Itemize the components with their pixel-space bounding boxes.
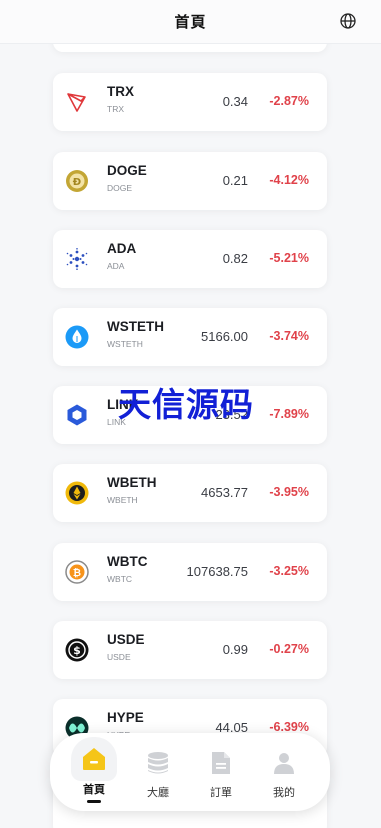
coin-name: WBETH [107,495,138,505]
coin-symbol: WBTC [107,554,148,569]
coin-card-wbeth[interactable]: WBETH WBETH 4653.77 -3.95% [53,464,327,522]
chainlink-icon [65,403,89,427]
database-icon [140,745,176,781]
coin-symbol: TRX [107,84,134,99]
coin-change: -3.25% [269,564,309,578]
coin-price: 0.99 [222,642,248,657]
home-icon [71,737,117,781]
tab-home[interactable]: 首頁 [71,737,117,805]
usde-icon: $ [65,638,89,662]
svg-text:₿: ₿ [73,567,81,579]
tab-label: 大廳 [147,786,169,799]
coin-symbol: USDE [107,632,145,647]
coin-change: -3.74% [269,329,309,343]
wsteth-icon [65,325,89,349]
globe-icon[interactable] [339,12,357,30]
coin-change: -5.21% [269,251,309,265]
coin-price: 0.21 [222,173,248,188]
coin-name: WSTETH [107,339,143,349]
coin-symbol: WSTETH [107,319,164,334]
svg-text:Ð: Ð [73,177,81,188]
coin-change: -4.12% [269,173,309,187]
user-icon [266,745,302,781]
page-title: 首頁 [174,13,207,31]
coin-price: 4653.77 [201,485,248,500]
coin-symbol: ADA [107,241,137,256]
tab-label: 我的 [273,786,295,799]
coin-symbol: DOGE [107,163,147,178]
coin-change: -0.27% [269,642,309,656]
coin-change: -2.87% [269,94,309,108]
coin-card-usde[interactable]: $ USDE USDE 0.99 -0.27% [53,621,327,679]
tab-label: 首頁 [83,783,105,796]
coin-card-trx[interactable]: TRX TRX 0.34 -2.87% [53,73,327,131]
coin-price: 107638.75 [186,564,248,579]
bottom-tab-bar: 首頁 大廳 訂單 我的 [50,733,330,811]
coin-change: -3.95% [269,485,309,499]
doge-icon: Ð [65,169,89,193]
coin-symbol: WBETH [107,475,157,490]
coin-card-doge[interactable]: Ð DOGE DOGE 0.21 -4.12% [53,152,327,210]
coin-change: -6.39% [269,720,309,734]
coin-name: WBTC [107,574,133,584]
coin-change: -7.89% [269,407,309,421]
tron-icon [65,90,89,114]
coin-name: DOGE [107,183,133,193]
wbtc-icon: ₿ [65,560,89,584]
coin-card-ada[interactable]: ADA ADA 0.82 -5.21% [53,230,327,288]
tab-lobby[interactable]: 大廳 [135,745,181,805]
coin-symbol: HYPE [107,710,144,725]
coin-price: 5166.00 [201,329,248,344]
top-bar: 首頁 [0,0,381,44]
tab-orders[interactable]: 訂單 [198,745,244,805]
coin-name: ADA [107,261,125,271]
coin-price: 0.82 [222,251,248,266]
active-tab-indicator [87,800,101,803]
coin-name: TRX [107,104,124,114]
document-icon [203,745,239,781]
svg-text:$: $ [73,644,81,657]
coin-price: 0.34 [222,94,248,109]
coin-card-wbtc[interactable]: ₿ WBTC WBTC 107638.75 -3.25% [53,543,327,601]
watermark-text: 天信源码 [118,385,254,424]
tab-label: 訂單 [210,786,232,799]
cardano-icon [65,247,89,271]
coin-card-wsteth[interactable]: WSTETH WSTETH 5166.00 -3.74% [53,308,327,366]
wbeth-icon [65,481,89,505]
tab-profile[interactable]: 我的 [261,745,307,805]
coin-name: USDE [107,652,131,662]
